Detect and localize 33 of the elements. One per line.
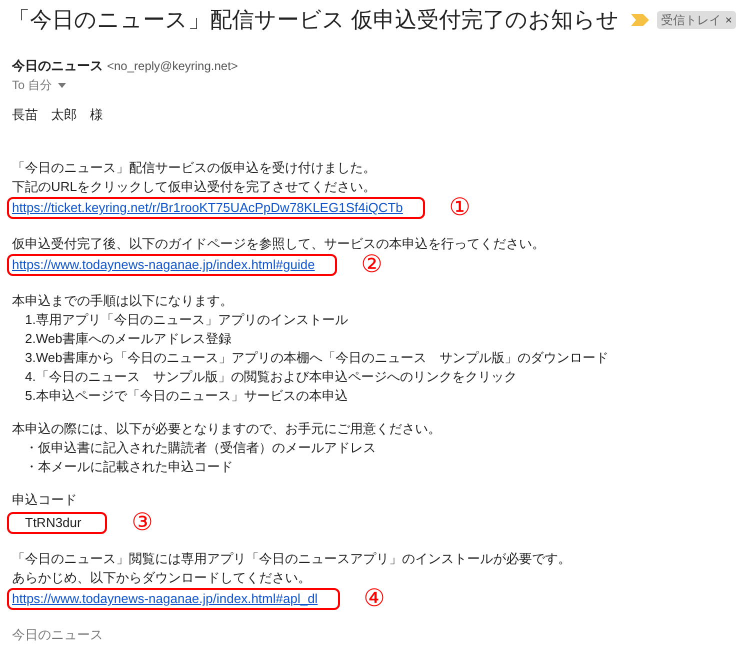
code-text: TtRN3dur xyxy=(25,515,82,530)
list-item: 5.本申込ページで「今日のニュース」サービスの本申込 xyxy=(25,387,348,405)
sender-name: 今日のニュース xyxy=(12,57,103,75)
body-text: 「今日のニュース」配信サービスの仮申込を受け付けました。 xyxy=(12,159,376,177)
annotation-number: ① xyxy=(448,196,471,220)
body-text: 「今日のニュース」閲覧には専用アプリ「今日のニュースアプリ」のインストールが必要です。 xyxy=(12,550,571,568)
sender-email: <no_reply@keyring.net> xyxy=(107,58,238,75)
link[interactable]: https://www.todaynews-naganae.jp/index.html#guide xyxy=(12,257,315,272)
link[interactable]: https://ticket.keyring.net/r/Br1rooKT75UAcPpDw78KLEG1Sf4iQCTb xyxy=(12,200,403,215)
list-item: 3.Web書庫から「今日のニュース」アプリの本棚へ「今日のニュース サンプル版」のダウンロード xyxy=(25,349,608,367)
remove-label-button[interactable]: × xyxy=(725,11,732,29)
label-text: 受信トレイ xyxy=(661,12,722,29)
signature-text: 今日のニュース xyxy=(12,626,103,644)
body-text: 本申込までの手順は以下になります。 xyxy=(12,292,233,310)
body-text: 本申込の際には、以下が必要となりますので、お手元にご用意ください。 xyxy=(12,420,441,438)
recipient-text: To 自分 xyxy=(12,77,52,94)
annotation-number: ④ xyxy=(364,587,386,611)
annotation-number: ③ xyxy=(131,511,154,535)
greeting-text: 長苗 太郎 様 xyxy=(12,106,103,124)
list-item: ・仮申込書に記入された購読者（受信者）のメールアドレス xyxy=(25,439,376,457)
list-item: 2.Web書庫へのメールアドレス登録 xyxy=(25,330,232,348)
email-subject: 「今日のニュース」配信サービス 仮申込受付完了のお知らせ xyxy=(8,6,620,34)
link[interactable]: https://www.todaynews-naganae.jp/index.html#apl_dl xyxy=(12,591,318,606)
annotation-number: ② xyxy=(360,253,383,277)
body-text: あらかじめ、以下からダウンロードしてください。 xyxy=(12,569,311,587)
list-item: 4.「今日のニュース サンプル版」の閲覧および本申込ページへのリンクをクリック xyxy=(25,368,517,386)
importance-marker-icon[interactable] xyxy=(631,14,650,26)
body-text: 申込コード xyxy=(12,491,77,509)
body-text: 下記のURLをクリックして仮申込受付を完了させてください。 xyxy=(12,178,376,196)
list-item: ・本メールに記載された申込コード xyxy=(25,458,233,476)
dropdown-caret-icon[interactable] xyxy=(58,83,66,88)
list-item: 1.専用アプリ「今日のニュース」アプリのインストール xyxy=(25,311,348,329)
body-text: 仮申込受付完了後、以下のガイドページを参照して、サービスの本申込を行ってください。 xyxy=(12,235,545,253)
